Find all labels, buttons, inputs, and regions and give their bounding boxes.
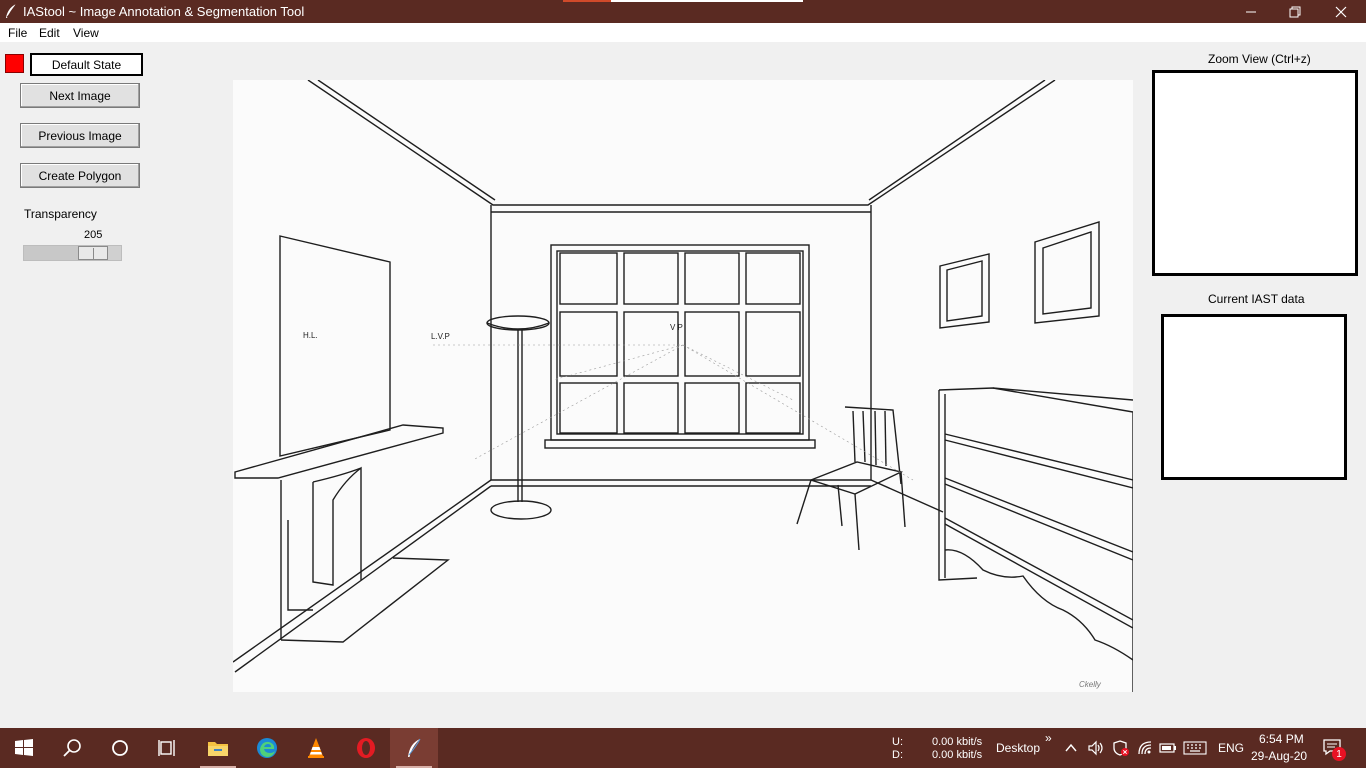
file-explorer-icon [208,742,228,756]
chevron-up-icon[interactable] [1064,741,1078,755]
search-icon [63,739,81,757]
restore-icon [1289,6,1301,17]
task-view-button[interactable] [144,728,192,768]
net-up-label: U: [892,736,903,748]
title-accent-bar [563,0,803,2]
zoom-view-panel [1152,70,1358,276]
iastool-taskbar-button[interactable] [390,728,438,768]
title-bar: IAStool ~ Image Annotation & Segmentatio… [0,0,1366,23]
edge-button[interactable] [243,728,291,768]
image-canvas[interactable]: H.L. L.V.P V P Ckelly [232,79,1134,692]
window-title: IAStool ~ Image Annotation & Segmentatio… [23,4,305,19]
vlc-icon [308,738,324,758]
opera-icon [357,738,375,758]
security-shield-icon[interactable] [1112,739,1130,757]
room-perspective-drawing: H.L. L.V.P V P Ckelly [232,79,1134,692]
task-view-icon [158,740,175,756]
edge-icon [257,738,277,758]
menu-edit[interactable]: Edit [39,26,60,40]
windows-start-icon [15,739,33,756]
clock-date[interactable]: 29-Aug-20 [1251,749,1307,763]
label-lvp: L.V.P [431,332,450,341]
search-button[interactable] [48,728,96,768]
menu-bar: File Edit View [0,23,1366,42]
keyboard-icon[interactable] [1183,741,1207,755]
close-button[interactable] [1318,0,1364,23]
iast-data-panel [1161,314,1347,480]
label-vp: V P [670,323,683,332]
net-down-label: D: [892,749,903,761]
slider-track-fill [24,246,78,260]
minimize-button[interactable] [1228,0,1274,23]
network-icon[interactable] [1137,740,1153,756]
next-image-button[interactable]: Next Image [20,83,140,108]
menu-view[interactable]: View [73,26,99,40]
net-download-speed: 0.00 kbit/s [932,749,983,761]
opera-button[interactable] [342,728,390,768]
previous-image-button[interactable]: Previous Image [20,123,140,148]
minimize-icon [1246,11,1256,12]
transparency-label: Transparency [24,207,97,221]
language-indicator[interactable]: ENG [1218,741,1244,755]
state-label: Default State [30,53,143,76]
net-upload-speed: 0.00 kbit/s [932,736,983,748]
cortana-button[interactable] [96,728,144,768]
zoom-view-title: Zoom View (Ctrl+z) [1208,52,1311,66]
color-swatch[interactable] [5,54,24,73]
windows-start-button[interactable] [0,728,48,768]
artist-signature: Ckelly [1079,680,1102,689]
file-explorer-button[interactable] [194,728,242,768]
label-hl: H.L. [303,331,318,340]
close-icon [1335,6,1347,17]
battery-icon[interactable] [1159,741,1177,755]
transparency-slider[interactable] [23,245,122,261]
toolbar-expand-chevron[interactable]: » [1045,731,1052,745]
notification-center-button[interactable]: 1 [1322,738,1346,761]
taskbar: U: D: 0.00 kbit/s 0.00 kbit/s Desktop » … [0,728,1366,768]
cortana-icon [112,740,128,756]
transparency-value: 205 [84,229,103,241]
volume-icon[interactable] [1087,740,1105,756]
clock-time[interactable]: 6:54 PM [1259,732,1304,746]
restore-button[interactable] [1272,0,1318,23]
slider-thumb[interactable] [78,246,108,260]
desktop-toolbar[interactable]: Desktop [996,741,1040,755]
vlc-button[interactable] [292,728,340,768]
iastool-feather-icon [408,738,421,757]
iast-data-title: Current IAST data [1208,292,1305,306]
menu-file[interactable]: File [8,26,27,40]
create-polygon-button[interactable]: Create Polygon [20,163,140,188]
notification-badge: 1 [1332,747,1346,761]
feather-app-icon [4,3,18,19]
